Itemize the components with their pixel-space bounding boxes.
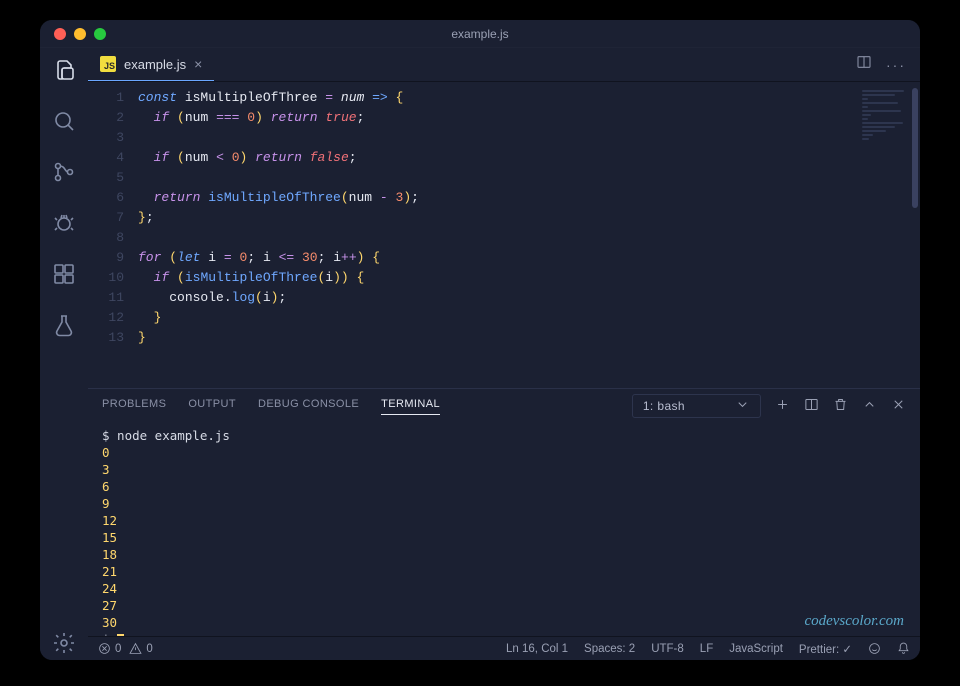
status-warnings-count: 0 <box>146 643 152 655</box>
status-eol[interactable]: LF <box>700 643 713 655</box>
more-actions-icon[interactable]: ··· <box>886 57 906 73</box>
status-feedback-icon[interactable] <box>868 642 881 655</box>
panel-tabs: PROBLEMS OUTPUT DEBUG CONSOLE TERMINAL 1: b… <box>88 389 920 423</box>
status-bar: 0 0 Ln 16, Col 1 Spaces: 2 UTF-8 LF Java… <box>88 636 920 660</box>
editor-actions: ··· <box>856 48 920 81</box>
extensions-icon[interactable] <box>52 262 76 291</box>
main-area: JS example.js × ··· 12345678910111213 co… <box>88 48 920 660</box>
terminal-selector[interactable]: 1: bash <box>632 394 761 418</box>
scrollbar-thumb[interactable] <box>912 88 918 208</box>
debug-icon[interactable] <box>52 211 76 240</box>
line-number-gutter: 12345678910111213 <box>88 88 138 388</box>
terminal-selector-label: 1: bash <box>643 399 685 413</box>
status-warnings[interactable]: 0 <box>129 642 152 655</box>
search-icon[interactable] <box>52 109 76 138</box>
explorer-icon[interactable] <box>52 58 76 87</box>
kill-terminal-icon[interactable] <box>833 397 848 415</box>
vscode-window: example.js <box>40 20 920 660</box>
status-language[interactable]: JavaScript <box>729 643 783 655</box>
maximize-panel-icon[interactable] <box>862 397 877 415</box>
window-body: JS example.js × ··· 12345678910111213 co… <box>40 48 920 660</box>
panel-tab-problems[interactable]: PROBLEMS <box>102 398 166 414</box>
status-errors-count: 0 <box>115 643 121 655</box>
close-panel-icon[interactable] <box>891 397 906 415</box>
watermark: codevscolor.com <box>804 613 904 630</box>
panel-actions: 1: bash <box>632 394 906 418</box>
status-bell-icon[interactable] <box>897 642 910 655</box>
editor-tabbar: JS example.js × ··· <box>88 48 920 82</box>
split-editor-icon[interactable] <box>856 54 872 75</box>
tab-filename: example.js <box>124 57 186 72</box>
panel-tab-output[interactable]: OUTPUT <box>188 398 236 414</box>
new-terminal-icon[interactable] <box>775 397 790 415</box>
testing-icon[interactable] <box>52 313 76 342</box>
code-editor[interactable]: 12345678910111213 const isMultipleOfThre… <box>88 82 920 388</box>
split-terminal-icon[interactable] <box>804 397 819 415</box>
minimap[interactable] <box>856 88 916 168</box>
source-control-icon[interactable] <box>52 160 76 189</box>
status-cursor-position[interactable]: Ln 16, Col 1 <box>506 643 568 655</box>
js-file-icon: JS <box>100 56 116 72</box>
status-errors[interactable]: 0 <box>98 642 121 655</box>
settings-gear-icon[interactable] <box>52 631 76 660</box>
code-content[interactable]: const isMultipleOfThree = num => { if (n… <box>138 88 920 388</box>
close-tab-icon[interactable]: × <box>194 56 202 72</box>
tab-example-js[interactable]: JS example.js × <box>88 48 214 81</box>
panel-tab-terminal[interactable]: TERMINAL <box>381 398 440 415</box>
chevron-down-icon <box>735 397 750 415</box>
status-formatter[interactable]: Prettier: ✓ <box>799 642 852 656</box>
editor-wrap: 12345678910111213 const isMultipleOfThre… <box>88 82 920 388</box>
titlebar: example.js <box>40 20 920 48</box>
status-indentation[interactable]: Spaces: 2 <box>584 643 635 655</box>
panel-tab-debug-console[interactable]: DEBUG CONSOLE <box>258 398 359 414</box>
status-encoding[interactable]: UTF-8 <box>651 643 684 655</box>
terminal-cursor <box>117 634 124 637</box>
activity-bar <box>40 48 88 660</box>
terminal[interactable]: $ node example.js036912151821242730$ cod… <box>88 423 920 636</box>
window-title: example.js <box>40 27 920 41</box>
bottom-panel: PROBLEMS OUTPUT DEBUG CONSOLE TERMINAL 1: b… <box>88 388 920 636</box>
editor-scrollbar[interactable] <box>910 82 920 388</box>
